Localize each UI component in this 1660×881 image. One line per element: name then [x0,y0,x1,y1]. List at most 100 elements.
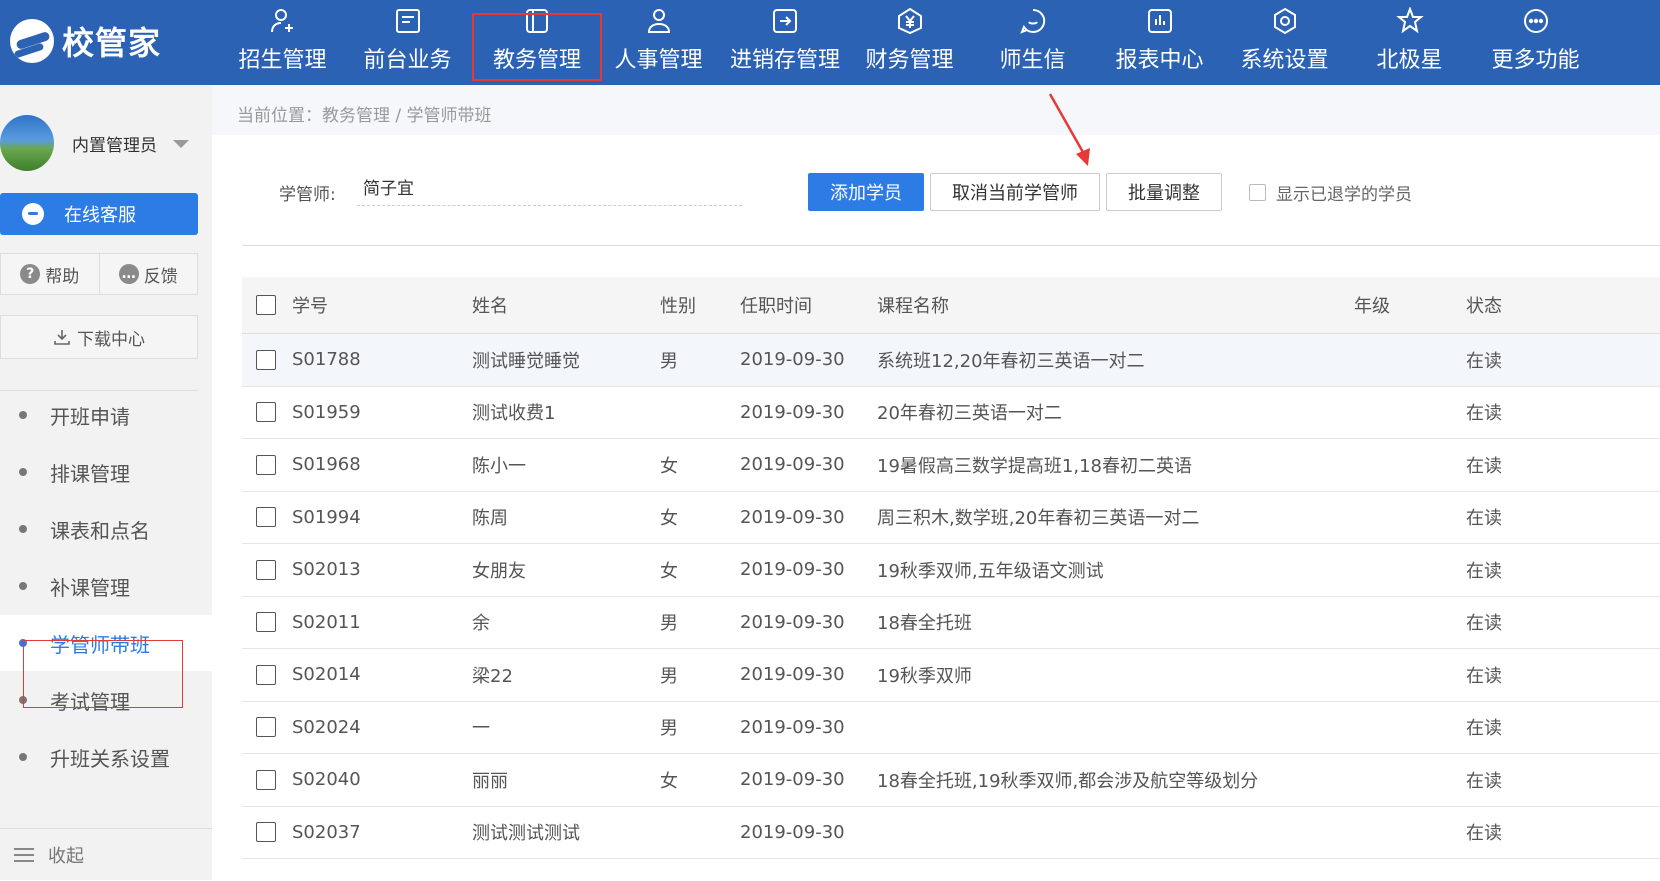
sidebar-item-timetable[interactable]: 课表和点名 [0,501,212,557]
header-gender[interactable]: 性别 [660,277,696,333]
table-row[interactable]: S02014 梁22 男 2019-09-30 19秋季双师 在读 [242,649,1660,702]
nav-item-enrollment[interactable]: 招生管理 [220,0,345,85]
cell-student-no: S01959 [292,401,361,423]
manager-select[interactable]: 简子宜 [357,176,742,206]
checkbox[interactable] [256,822,276,843]
feedback-button[interactable]: … 反馈 [100,254,198,294]
row-checkbox[interactable] [256,544,276,596]
table-row[interactable]: S01994 陈周 女 2019-09-30 周三积木,数学班,20年春初三英语… [242,492,1660,544]
checkbox[interactable] [256,295,276,315]
avatar[interactable] [0,115,54,171]
nav-item-more[interactable]: 更多功能 [1473,0,1598,85]
header-name[interactable]: 姓名 [472,277,508,333]
cell-name: 测试睡觉睡觉 [472,350,580,372]
app-logo[interactable]: 校管家 [10,16,161,66]
row-checkbox[interactable] [256,807,276,859]
cell-gender: 女 [660,455,678,477]
show-withdrawn-checkbox[interactable] [1249,184,1266,201]
checkbox[interactable] [256,507,276,528]
cell-status: 在读 [1466,823,1502,845]
show-withdrawn-toggle[interactable]: 显示已退学的学员 [1249,180,1412,205]
user-name[interactable]: 内置管理员 [72,131,157,156]
nav-label: 招生管理 [238,48,327,73]
checkbox[interactable] [256,769,276,790]
table-row[interactable]: S01959 测试收费1 2019-09-30 20年春初三英语一对二 在读 [242,387,1660,439]
checkbox[interactable] [256,717,276,738]
row-checkbox[interactable] [256,492,276,544]
nav-item-inventory[interactable]: 进销存管理 [720,0,850,85]
customer-service-icon [22,203,44,225]
header-course[interactable]: 课程名称 [877,277,949,333]
help-button[interactable]: ? 帮助 [1,254,100,294]
cell-course: 18春全托班,19秋季双师,都会涉及航空等级划分 [877,770,1259,792]
row-checkbox[interactable] [256,649,276,701]
header-student-no[interactable]: 学号 [292,277,328,333]
checkbox[interactable] [256,664,276,685]
row-checkbox[interactable] [256,387,276,439]
table-row[interactable]: S01788 测试睡觉睡觉 男 2019-09-30 系统班12,20年春初三英… [242,334,1660,387]
cancel-manager-button[interactable]: 取消当前学管师 [930,173,1100,211]
row-checkbox[interactable] [256,597,276,649]
collapse-label: 收起 [48,846,84,867]
row-checkbox[interactable] [256,754,276,806]
table-row[interactable]: S02013 女朋友 女 2019-09-30 19秋季双师,五年级语文测试 在… [242,544,1660,597]
select-all-checkbox[interactable] [256,277,276,333]
sidebar-item-class-application[interactable]: 开班申请 [0,387,212,443]
sidebar-item-promotion-settings[interactable]: 升班关系设置 [0,729,212,785]
add-student-button[interactable]: 添加学员 [808,173,924,211]
nav-item-front-desk[interactable]: 前台业务 [345,0,470,85]
sidebar-item-scheduling[interactable]: 排课管理 [0,444,212,500]
nav-item-reports[interactable]: 报表中心 [1097,0,1222,85]
chat-icon [1018,6,1048,36]
row-checkbox[interactable] [256,439,276,491]
row-checkbox[interactable] [256,702,276,754]
checkbox[interactable] [256,454,276,475]
nav-item-hr[interactable]: 人事管理 [596,0,721,85]
nav-item-settings[interactable]: 系统设置 [1222,0,1347,85]
header-grade[interactable]: 年级 [1354,277,1390,333]
table-row[interactable]: S02037 测试测试测试 2019-09-30 在读 [242,807,1660,859]
nav-label: 进销存管理 [729,48,840,73]
checkbox[interactable] [256,612,276,633]
online-service-label: 在线客服 [64,205,136,226]
sidebar-item-label: 升班关系设置 [50,746,170,771]
cell-start-date: 2019-09-30 [740,664,845,686]
checkbox[interactable] [256,349,276,370]
cell-student-no: S01788 [292,349,361,371]
header-status[interactable]: 状态 [1466,277,1502,333]
header-start-date[interactable]: 任职时间 [740,277,812,333]
bullet-icon [19,753,27,761]
checkbox[interactable] [256,402,276,423]
batch-adjust-button[interactable]: 批量调整 [1106,173,1222,211]
cell-gender: 男 [660,665,678,687]
online-service-button[interactable]: 在线客服 [0,193,198,235]
table-row[interactable]: S01968 陈小一 女 2019-09-30 19暑假高三数学提高班1,18春… [242,439,1660,492]
toolbar-divider [242,245,1660,246]
checkbox[interactable] [256,559,276,580]
row-checkbox[interactable] [256,334,276,386]
cell-start-date: 2019-09-30 [740,349,845,371]
caret-down-icon[interactable] [173,140,189,148]
cell-gender: 女 [660,770,678,792]
nav-item-messages[interactable]: 师生信 [970,0,1095,85]
cell-name: 女朋友 [472,560,526,582]
collapse-sidebar-button[interactable]: 收起 [0,828,212,881]
table-row[interactable]: S02040 丽丽 女 2019-09-30 18春全托班,19秋季双师,都会涉… [242,754,1660,807]
nav-item-finance[interactable]: 财务管理 [847,0,972,85]
cell-student-no: S02013 [292,559,361,581]
download-center-button[interactable]: 下载中心 [0,315,198,359]
cell-student-no: S02011 [292,611,361,633]
cell-student-no: S02024 [292,716,361,738]
question-icon: ? [20,264,41,284]
user-add-icon [268,6,298,36]
table-row[interactable]: S02024 一 男 2019-09-30 在读 [242,702,1660,754]
cell-name: 梁22 [472,665,513,687]
nav-item-polaris[interactable]: 北极星 [1347,0,1472,85]
menu-collapse-icon [14,844,34,866]
feedback-label: 反馈 [143,266,178,287]
sidebar-item-makeup-class[interactable]: 补课管理 [0,558,212,614]
settings-icon [1270,6,1300,36]
nav-item-academic[interactable]: 教务管理 [472,9,602,81]
book-icon [522,6,552,36]
table-row[interactable]: S02011 余 男 2019-09-30 18春全托班 在读 [242,597,1660,649]
